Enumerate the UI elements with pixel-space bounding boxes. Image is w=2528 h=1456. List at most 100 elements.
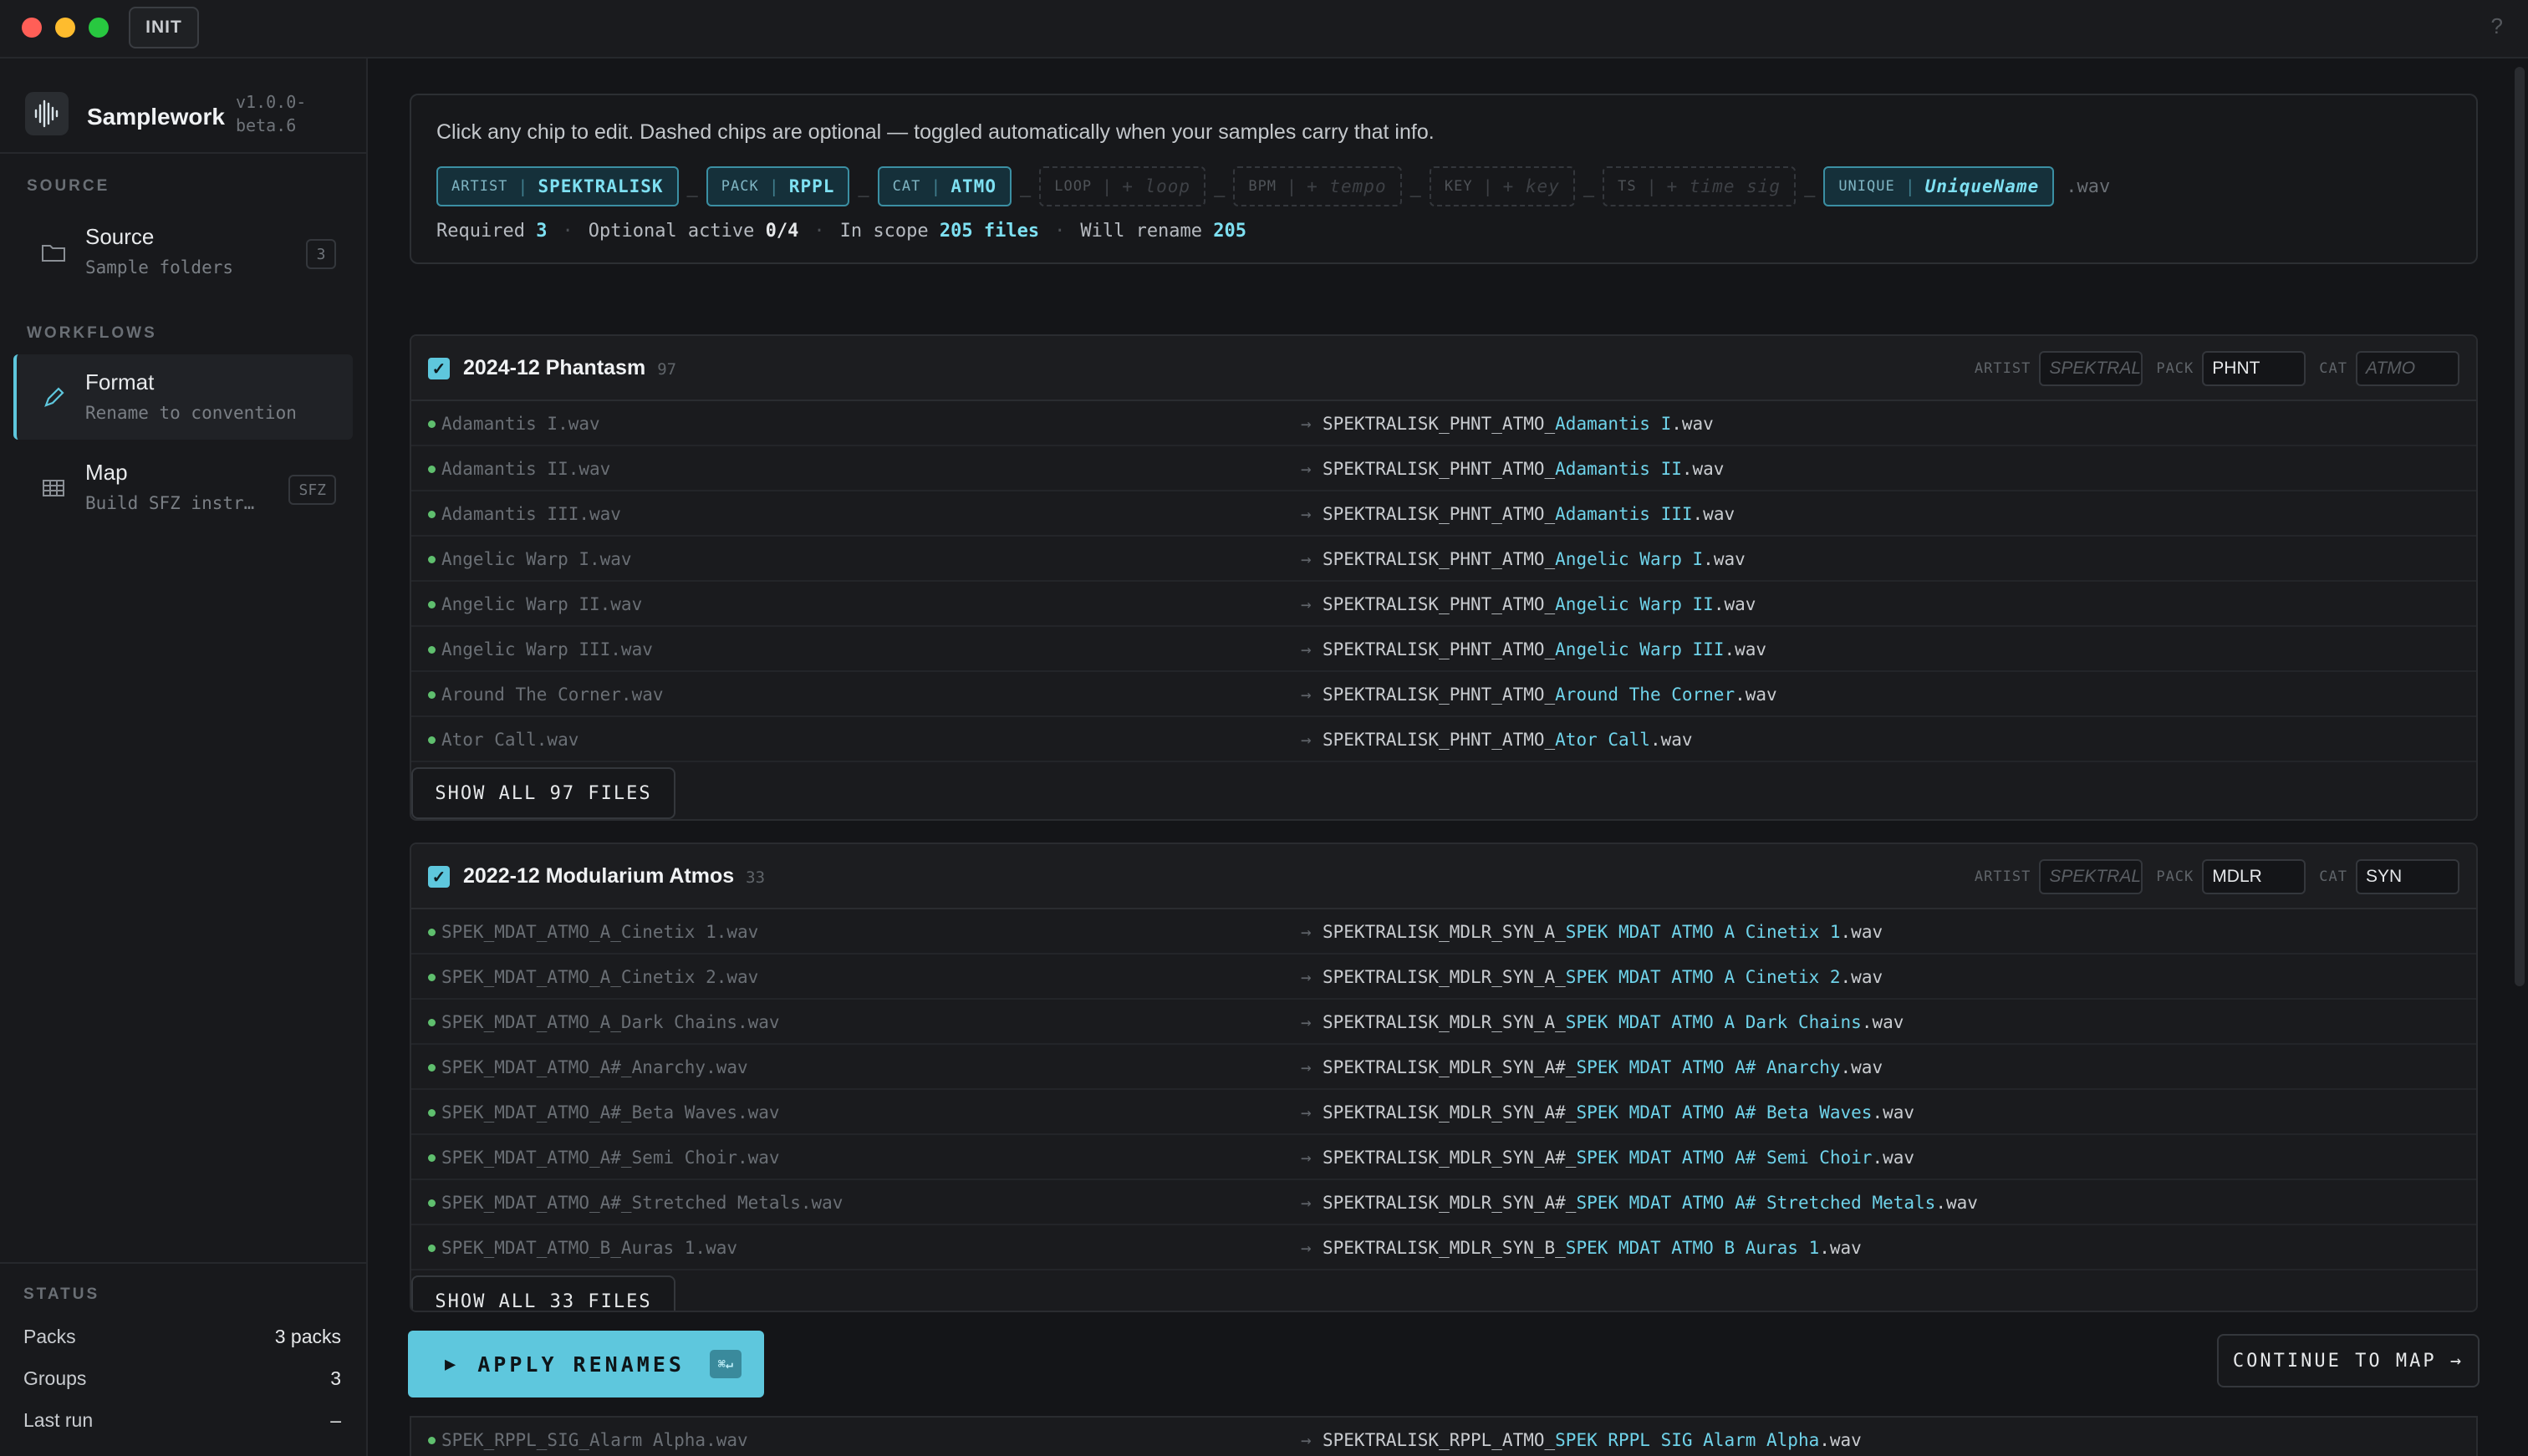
- original-filename: SPEK_MDAT_ATMO_A#_Beta Waves.wav: [441, 1102, 780, 1123]
- sidebar-item-map[interactable]: Map Build SFZ instr… SFZ: [13, 445, 353, 530]
- arrow-icon: →: [1301, 594, 1312, 614]
- group-count: 33: [746, 868, 766, 887]
- new-filename-prefix: SPEKTRALISK_RPPL_ATMO_: [1323, 1430, 1556, 1450]
- status-groups-value: 3: [330, 1367, 341, 1389]
- file-row: SPEK_MDAT_ATMO_A#_Semi Choir.wav → SPEKTRA…: [411, 1135, 2476, 1180]
- new-filename-ext: .wav: [1935, 1193, 1978, 1213]
- apply-renames-button[interactable]: ▶ APPLY RENAMES ⌘↵: [408, 1331, 764, 1397]
- new-filename: SPEKTRALISK_PHNT_ATMO_Around The Corner.…: [1323, 685, 1777, 705]
- new-filename-ext: .wav: [1872, 1148, 1915, 1168]
- pattern-stats: Required 3 · Optional active 0/4 · In scope …: [436, 221, 1247, 242]
- status-dot: [428, 1437, 436, 1444]
- new-filename-prefix: SPEKTRALISK_PHNT_ATMO_: [1323, 459, 1556, 479]
- original-filename: SPEK_MDAT_ATMO_A_Cinetix 1.wav: [441, 922, 759, 942]
- new-filename-unique: SPEK MDAT ATMO A Cinetix 2: [1565, 967, 1841, 987]
- original-filename: SPEK_MDAT_ATMO_A#_Stretched Metals.wav: [441, 1193, 844, 1213]
- sidebar-item-subtitle: Sample folders: [85, 257, 234, 277]
- action-bar: ▶ APPLY RENAMES ⌘↵ CONTINUE TO MAP →: [368, 1324, 2528, 1416]
- chip-ts-optional[interactable]: TS | + time sig: [1603, 166, 1797, 206]
- chip-unique[interactable]: UNIQUE | UniqueName: [1823, 166, 2055, 206]
- new-filename-prefix: SPEKTRALISK_MDLR_SYN_A#_: [1323, 1057, 1577, 1077]
- arrow-icon: →: [1301, 504, 1312, 524]
- file-row: Adamantis II.wav → SPEKTRALISK_PHNT_ATMO_A…: [411, 446, 2476, 491]
- cat-field[interactable]: ATMO: [2356, 351, 2459, 386]
- file-rows: SPEK_MDAT_ATMO_A_Cinetix 1.wav → SPEKTRALI…: [411, 909, 2476, 1270]
- group-title: 2024-12 Phantasm 97: [463, 356, 676, 380]
- new-filename-prefix: SPEKTRALISK_MDLR_SYN_A#_: [1323, 1148, 1577, 1168]
- sidebar-item-label: Format: [85, 369, 155, 395]
- status-last-run-label: Last run: [23, 1409, 94, 1431]
- arrow-icon: →: [1301, 1430, 1312, 1450]
- status-dot: [428, 1199, 436, 1207]
- brand: Samplework v1.0.0-beta.6: [25, 85, 359, 139]
- file-row: SPEK_MDAT_ATMO_A_Dark Chains.wav → SPEKTRA…: [411, 1000, 2476, 1045]
- group-fields: ARTIST SPEKTRAL PACK PHNT CAT ATMO: [1961, 351, 2459, 386]
- arrow-icon: →: [1301, 459, 1312, 479]
- original-filename: Ator Call.wav: [441, 730, 579, 750]
- new-filename-prefix: SPEKTRALISK_MDLR_SYN_A#_: [1323, 1102, 1577, 1123]
- artist-field[interactable]: SPEKTRAL: [2039, 859, 2143, 894]
- status-dot: [428, 601, 436, 608]
- init-button[interactable]: INIT: [129, 7, 199, 48]
- new-filename-ext: .wav: [1819, 1238, 1862, 1258]
- chip-loop-optional[interactable]: LOOP | + loop: [1039, 166, 1206, 206]
- file-row: Adamantis I.wav → SPEKTRALISK_PHNT_ATMO_Ad…: [411, 401, 2476, 446]
- pack-field[interactable]: PHNT: [2202, 351, 2306, 386]
- continue-to-map-button[interactable]: CONTINUE TO MAP →: [2217, 1334, 2480, 1387]
- new-filename-prefix: SPEKTRALISK_PHNT_ATMO_: [1323, 730, 1556, 750]
- app-version: v1.0.0-beta.6: [236, 92, 307, 135]
- zoom-window-button[interactable]: [89, 18, 109, 38]
- show-all-files-button[interactable]: SHOW ALL 97 FILES: [411, 767, 675, 819]
- arrow-icon: →: [1301, 922, 1312, 942]
- new-filename-unique: SPEK MDAT ATMO A# Anarchy: [1576, 1057, 1841, 1077]
- chip-value: + tempo: [1307, 176, 1387, 196]
- scrollbar[interactable]: [2515, 67, 2525, 986]
- original-filename: Around The Corner.wav: [441, 685, 664, 705]
- chip-artist[interactable]: ARTIST | SPEKTRALISK: [436, 166, 679, 206]
- new-filename-unique: Ator Call: [1555, 730, 1650, 750]
- apply-renames-label: APPLY RENAMES: [477, 1352, 685, 1377]
- chip-cat[interactable]: CAT | ATMO: [877, 166, 1012, 206]
- help-icon[interactable]: ?: [2491, 13, 2503, 39]
- new-filename-ext: .wav: [1671, 414, 1714, 434]
- sidebar-item-source[interactable]: Source Sample folders 3: [13, 209, 353, 294]
- chip-key-optional[interactable]: KEY | + key: [1429, 166, 1575, 206]
- sidebar-item-format[interactable]: Format Rename to convention: [13, 354, 353, 440]
- show-all-files-button[interactable]: SHOW ALL 33 FILES: [411, 1275, 675, 1311]
- close-window-button[interactable]: [22, 18, 42, 38]
- file-row: Ator Call.wav → SPEKTRALISK_PHNT_ATMO_Ator…: [411, 717, 2476, 762]
- group-rppl-peek: SPEK_RPPL_SIG_Alarm Alpha.wav → SPEKTRAL…: [410, 1416, 2478, 1456]
- sidebar-item-label: Map: [85, 460, 128, 485]
- chip-key: LOOP: [1054, 178, 1093, 195]
- new-filename: SPEKTRALISK_PHNT_ATMO_Adamantis II.wav: [1323, 459, 1724, 479]
- minimize-window-button[interactable]: [55, 18, 75, 38]
- group-header: ✓ 2022-12 Modularium Atmos 33 ARTIST SPEK…: [411, 844, 2476, 909]
- status-dot: [428, 1019, 436, 1026]
- status-groups-label: Groups: [23, 1367, 87, 1389]
- new-filename-ext: .wav: [1840, 922, 1883, 942]
- new-filename: SPEKTRALISK_PHNT_ATMO_Angelic Warp II.wa…: [1323, 594, 1756, 614]
- original-filename: Adamantis II.wav: [441, 459, 611, 479]
- file-row: SPEK_RPPL_SIG_Alarm Alpha.wav → SPEKTRAL…: [411, 1418, 2476, 1456]
- arrow-icon: →: [1301, 685, 1312, 705]
- chip-pack[interactable]: PACK | RPPL: [706, 166, 850, 206]
- chip-bpm-optional[interactable]: BPM | + tempo: [1233, 166, 1402, 206]
- file-row: SPEK_MDAT_ATMO_B_Auras 1.wav → SPEKTRALISK…: [411, 1225, 2476, 1270]
- group-checkbox[interactable]: ✓: [428, 358, 450, 379]
- pack-field[interactable]: MDLR: [2202, 859, 2306, 894]
- cat-field[interactable]: SYN: [2356, 859, 2459, 894]
- group-checkbox[interactable]: ✓: [428, 866, 450, 888]
- status-dot: [428, 1109, 436, 1117]
- original-filename: SPEK_MDAT_ATMO_B_Auras 1.wav: [441, 1238, 738, 1258]
- file-row: Angelic Warp I.wav → SPEKTRALISK_PHNT_ATMO…: [411, 537, 2476, 582]
- arrow-icon: →: [1301, 1102, 1312, 1123]
- original-filename: Angelic Warp III.wav: [441, 639, 653, 659]
- artist-field[interactable]: SPEKTRAL: [2039, 351, 2143, 386]
- new-filename-unique: SPEK MDAT ATMO A# Stretched Metals: [1576, 1193, 1936, 1213]
- status-packs-value: 3 packs: [274, 1326, 341, 1347]
- pack-field-label: PACK: [2156, 360, 2194, 377]
- chip-value: UniqueName: [1924, 176, 2040, 196]
- new-filename-ext: .wav: [1681, 459, 1725, 479]
- status-dot: [428, 1064, 436, 1072]
- original-filename: SPEK_MDAT_ATMO_A#_Semi Choir.wav: [441, 1148, 780, 1168]
